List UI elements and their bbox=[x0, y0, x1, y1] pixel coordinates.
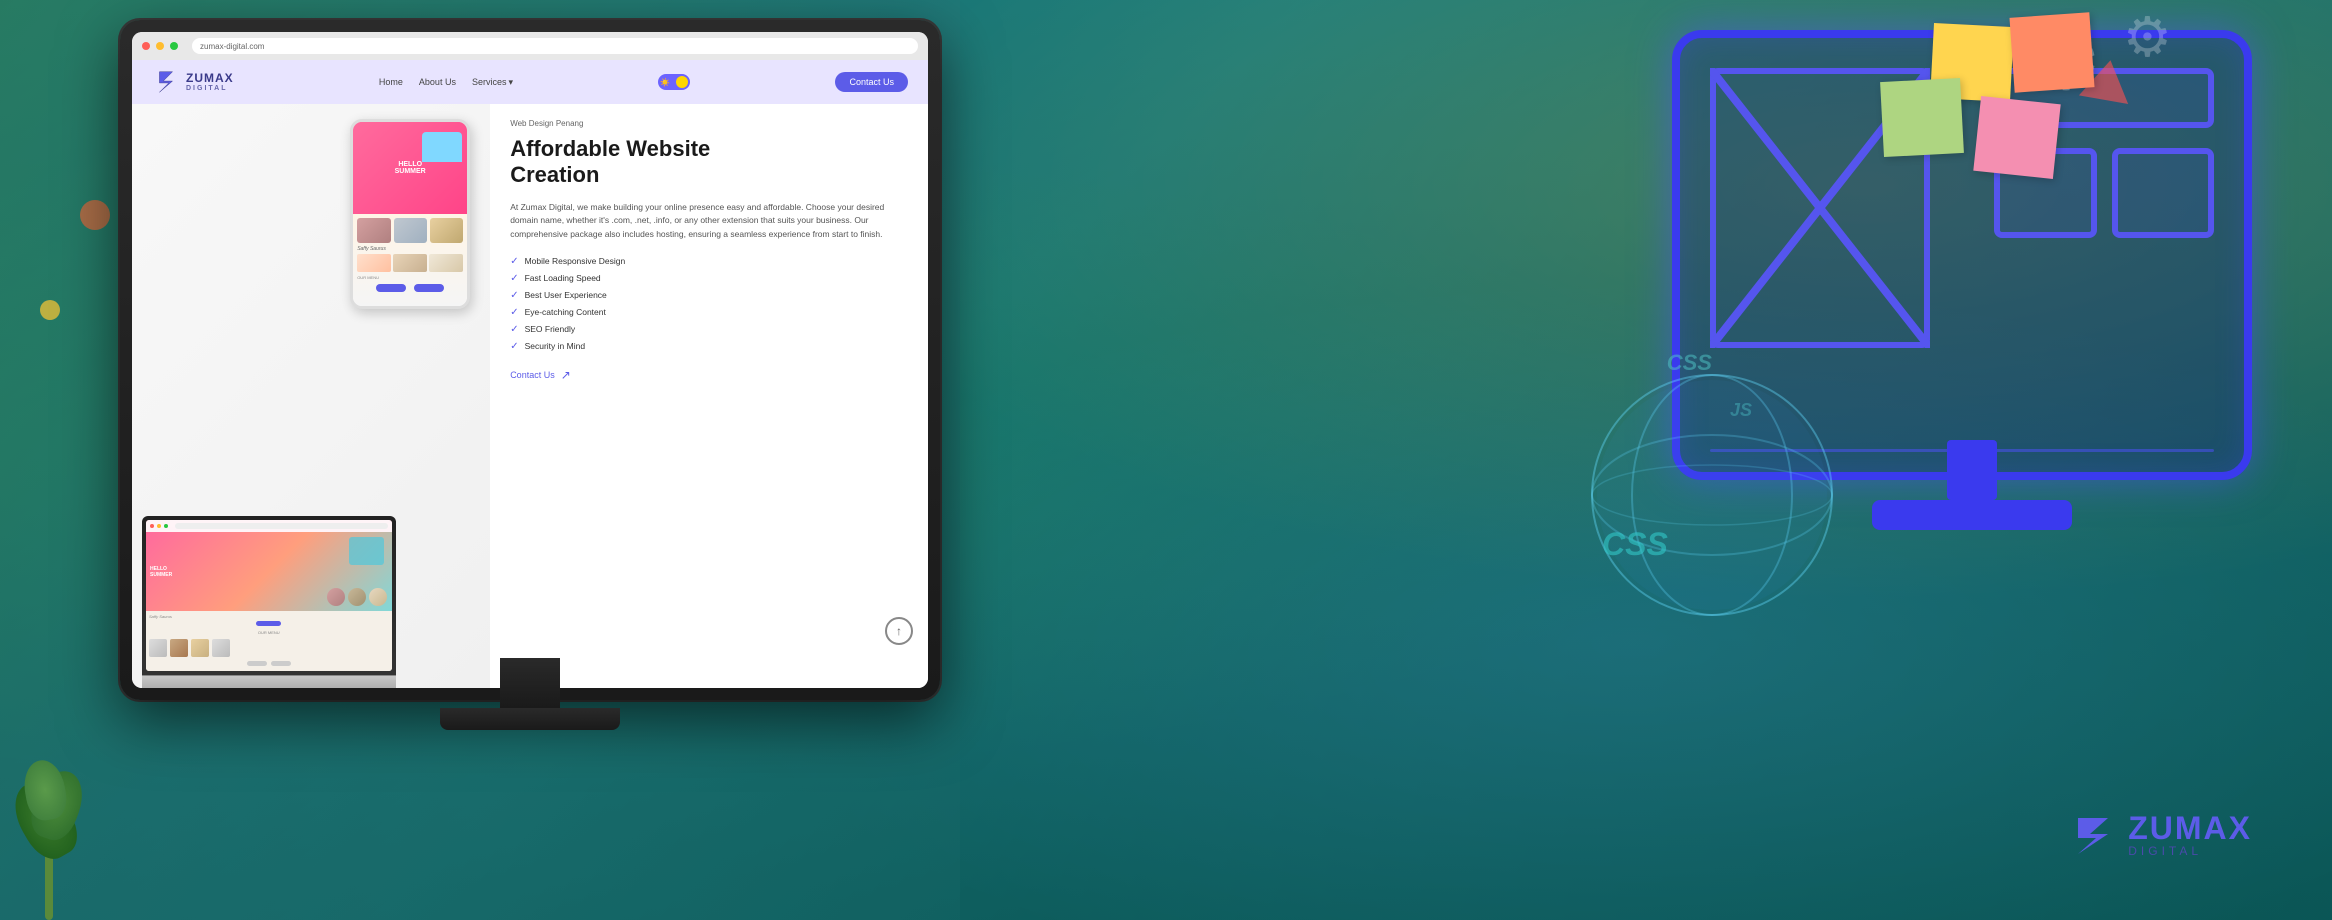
contact-button[interactable]: Contact Us bbox=[835, 72, 908, 92]
monitor-screen: zumax-digital.com ZUMAX DIGITAL Home bbox=[132, 32, 928, 688]
nav-services[interactable]: Services ▾ bbox=[472, 77, 513, 88]
heading-line1: Affordable Website bbox=[510, 136, 710, 161]
globe-container: CSS bbox=[1572, 355, 1852, 640]
phone-content: HELLOSUMMER bbox=[353, 122, 467, 306]
web-design-label: Web Design Penang bbox=[510, 119, 908, 128]
theme-toggle[interactable]: ☀️ bbox=[658, 74, 690, 90]
browser-expand-dot bbox=[170, 42, 178, 50]
check-icon-2: ✓ bbox=[510, 273, 518, 284]
illus-rect-small-2 bbox=[2112, 148, 2215, 238]
check-icon-1: ✓ bbox=[510, 256, 518, 267]
phone-body: Saffy Saurus OUR MENU bbox=[353, 214, 467, 296]
phone-hero-text: HELLOSUMMER bbox=[395, 161, 426, 175]
nav-about[interactable]: About Us bbox=[419, 77, 456, 87]
logo-name: ZUMAX bbox=[186, 72, 234, 85]
logo-text-block: ZUMAX DIGITAL bbox=[186, 72, 234, 93]
illus-stand-base bbox=[1872, 500, 2072, 530]
website-content: HELLOSUMMER bbox=[132, 104, 928, 688]
svg-text:CSS: CSS bbox=[1602, 526, 1668, 562]
browser-minimize-dot bbox=[156, 42, 164, 50]
laptop-mockup: HELLOSUMMER bbox=[142, 516, 396, 688]
zumax-logo-bottom-right: ZUMAX DIGITAL bbox=[2068, 810, 2252, 860]
browser-close-dot bbox=[142, 42, 150, 50]
heading-line2: Creation bbox=[510, 162, 599, 187]
sticky-note-pink bbox=[1973, 96, 2060, 179]
feature-3: ✓ Best User Experience bbox=[510, 290, 908, 301]
phone-hero: HELLOSUMMER bbox=[353, 122, 467, 214]
laptop-thumb-4 bbox=[212, 639, 230, 657]
nav-links: Home About Us Services ▾ bbox=[379, 77, 513, 88]
zumax-sub-br: DIGITAL bbox=[2128, 844, 2252, 858]
logo-subtitle: DIGITAL bbox=[186, 85, 234, 93]
feature-6: ✓ Security in Mind bbox=[510, 341, 908, 352]
laptop-screen-inner: HELLOSUMMER bbox=[146, 520, 392, 671]
laptop-nav bbox=[146, 520, 392, 532]
laptop-content-row bbox=[149, 639, 389, 657]
monitor-stand-base bbox=[440, 708, 620, 730]
contact-link-text: Contact Us bbox=[510, 370, 555, 380]
zumax-logo-icon-br bbox=[2068, 810, 2118, 860]
laptop-nav-red bbox=[150, 524, 154, 528]
feature-label-1: Mobile Responsive Design bbox=[525, 256, 626, 266]
laptop-keyboard bbox=[142, 675, 396, 688]
laptop-thumb-1 bbox=[149, 639, 167, 657]
features-list: ✓ Mobile Responsive Design ✓ Fast Loading … bbox=[510, 256, 908, 352]
check-icon-5: ✓ bbox=[510, 324, 518, 335]
scroll-up-button[interactable]: ↑ bbox=[885, 617, 913, 645]
main-heading: Affordable Website Creation bbox=[510, 136, 908, 189]
laptop-nav-green bbox=[164, 524, 168, 528]
description-text: At Zumax Digital, we make building your … bbox=[510, 201, 908, 242]
contact-link[interactable]: Contact Us ↗ bbox=[510, 368, 908, 382]
logo-area: ZUMAX DIGITAL bbox=[152, 68, 234, 96]
laptop-screen: HELLOSUMMER bbox=[142, 516, 396, 675]
sticky-note-green bbox=[1880, 78, 1964, 157]
sticky-note-orange bbox=[2009, 12, 2094, 92]
feature-5: ✓ SEO Friendly bbox=[510, 324, 908, 335]
device-mockup: HELLOSUMMER bbox=[142, 114, 480, 688]
illustration-monitor: CSS bbox=[1672, 30, 2272, 580]
toggle-knob bbox=[676, 76, 688, 88]
laptop-content-section: Saffy Saurus OUR MENU bbox=[146, 611, 392, 671]
feature-1: ✓ Mobile Responsive Design bbox=[510, 256, 908, 267]
laptop-nav-yellow bbox=[157, 524, 161, 528]
content-right: Web Design Penang Affordable Website Cre… bbox=[490, 104, 928, 688]
website-header: ZUMAX DIGITAL Home About Us Services ▾ ☀… bbox=[132, 60, 928, 104]
globe-svg: CSS bbox=[1572, 355, 1852, 635]
monitor-container: zumax-digital.com ZUMAX DIGITAL Home bbox=[120, 20, 940, 780]
check-icon-4: ✓ bbox=[510, 307, 518, 318]
phone-mockup: HELLOSUMMER bbox=[350, 119, 470, 309]
laptop-thumb-3 bbox=[191, 639, 209, 657]
illus-stand-neck bbox=[1947, 440, 1997, 500]
zumax-text-group-br: ZUMAX DIGITAL bbox=[2128, 812, 2252, 858]
feature-label-2: Fast Loading Speed bbox=[525, 273, 601, 283]
check-icon-6: ✓ bbox=[510, 341, 518, 352]
url-text: zumax-digital.com bbox=[200, 42, 264, 51]
feature-4: ✓ Eye-catching Content bbox=[510, 307, 908, 318]
gear-small-icon: ⚙ bbox=[2123, 5, 2172, 69]
laptop-thumb-2 bbox=[170, 639, 188, 657]
nav-home[interactable]: Home bbox=[379, 77, 403, 87]
browser-bar: zumax-digital.com bbox=[132, 32, 928, 60]
contact-link-arrow-icon: ↗ bbox=[561, 368, 571, 382]
content-left: HELLOSUMMER bbox=[132, 104, 490, 688]
feature-label-4: Eye-catching Content bbox=[525, 307, 606, 317]
laptop-hero-section: HELLOSUMMER bbox=[146, 532, 392, 610]
monitor-stand-neck bbox=[500, 658, 560, 708]
feature-label-5: SEO Friendly bbox=[525, 324, 576, 334]
feature-label-3: Best User Experience bbox=[525, 290, 607, 300]
browser-url-bar: zumax-digital.com bbox=[192, 38, 918, 54]
zumax-name-br: ZUMAX bbox=[2128, 812, 2252, 844]
monitor-frame: zumax-digital.com ZUMAX DIGITAL Home bbox=[120, 20, 940, 700]
laptop-hero-text: HELLOSUMMER bbox=[150, 566, 172, 578]
feature-label-6: Security in Mind bbox=[525, 341, 585, 351]
check-icon-3: ✓ bbox=[510, 290, 518, 301]
feature-2: ✓ Fast Loading Speed bbox=[510, 273, 908, 284]
logo-icon bbox=[152, 68, 180, 96]
right-panel: ⚙ ⚙ bbox=[952, 0, 2332, 920]
